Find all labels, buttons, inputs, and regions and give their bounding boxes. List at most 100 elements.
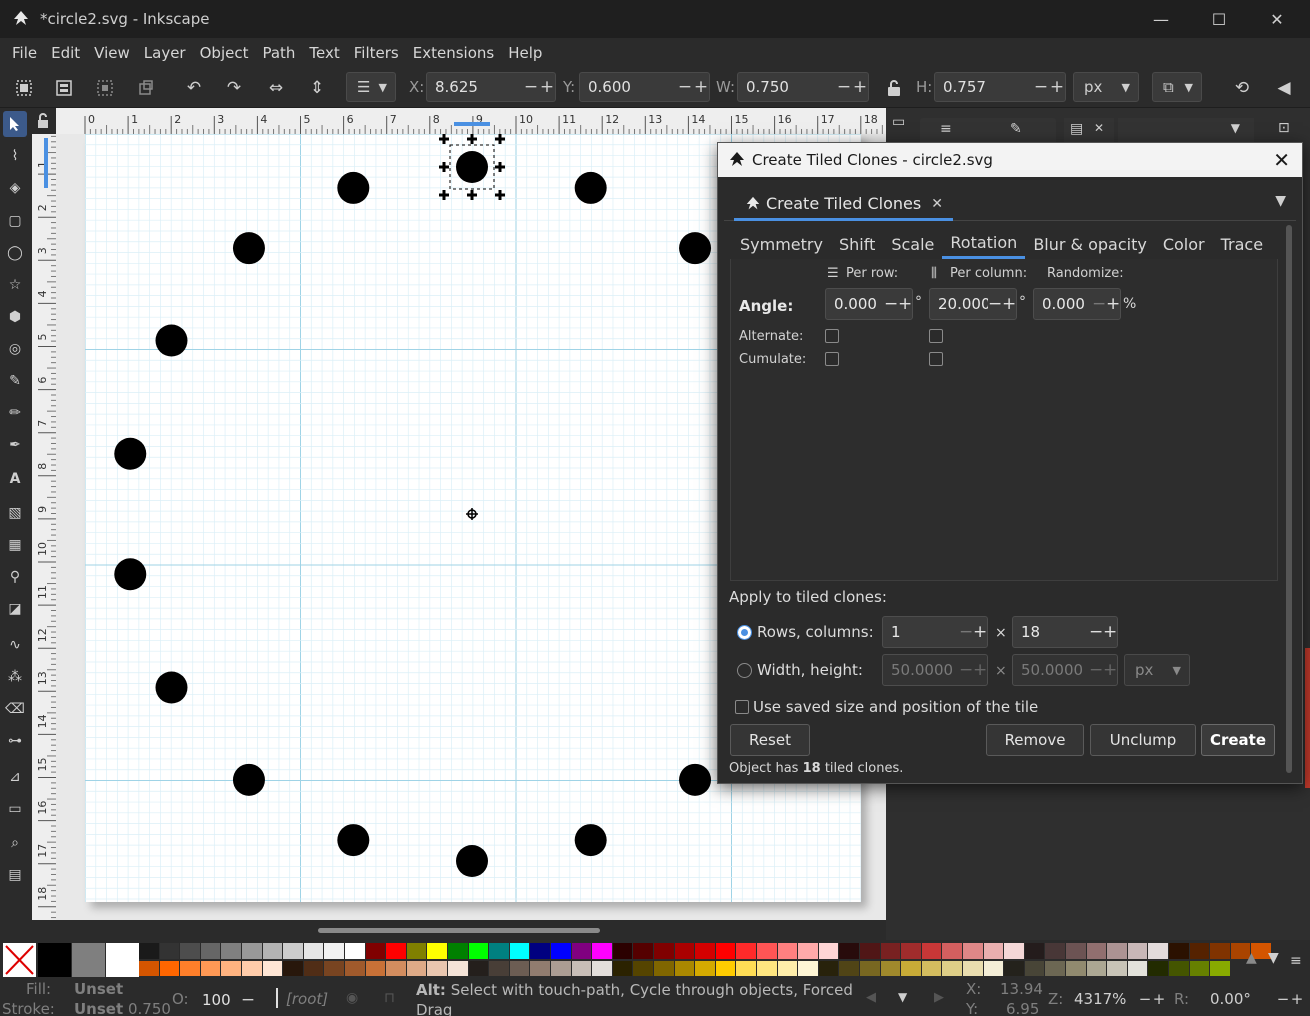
tiled-clone-circle[interactable]: [337, 824, 370, 857]
h-increment[interactable]: +: [1049, 77, 1065, 97]
color-swatch[interactable]: [509, 943, 530, 959]
color-swatch[interactable]: [1004, 943, 1024, 959]
color-swatch[interactable]: [757, 961, 777, 976]
width-decrement[interactable]: −: [959, 660, 973, 680]
unclump-button[interactable]: Unclump: [1090, 724, 1196, 756]
tiled-clone-circle[interactable]: [574, 171, 607, 204]
color-swatch[interactable]: [448, 961, 468, 976]
color-swatch[interactable]: [427, 961, 447, 976]
tab-shift[interactable]: Shift: [831, 229, 883, 259]
color-swatch[interactable]: [921, 943, 942, 959]
color-swatch[interactable]: [777, 943, 798, 959]
dropper-tool-icon[interactable]: ⚲: [3, 564, 27, 590]
horizontal-ruler[interactable]: 0 1 2 3 4 5 6 7 8 9 10 11 12 13 14 15 16 17 18: [56, 108, 886, 134]
color-swatch[interactable]: [427, 943, 447, 959]
scale-handle[interactable]: [495, 162, 505, 172]
maximize-button[interactable]: ☐: [1190, 0, 1248, 38]
w-increment[interactable]: +: [852, 77, 868, 97]
zoom-decrement[interactable]: −: [1138, 990, 1152, 1008]
color-swatch[interactable]: [262, 943, 283, 959]
color-swatch[interactable]: [221, 961, 241, 976]
color-swatch[interactable]: [839, 943, 859, 959]
color-swatch[interactable]: [715, 961, 736, 976]
pencil-tool-icon[interactable]: ✏: [3, 400, 27, 426]
color-swatch[interactable]: [1086, 943, 1107, 959]
menu-edit[interactable]: Edit: [45, 44, 86, 62]
zoom-increment[interactable]: +: [1152, 990, 1166, 1008]
color-swatch[interactable]: [1004, 961, 1024, 976]
h-decrement[interactable]: −: [1033, 77, 1049, 97]
chevron-down-icon[interactable]: ▼: [1275, 193, 1286, 209]
color-swatch[interactable]: [386, 943, 406, 959]
display-mode-icon[interactable]: ▭: [892, 114, 905, 130]
color-swatch[interactable]: [72, 943, 105, 977]
tiled-clone-circle[interactable]: [574, 824, 607, 857]
tab-rotation[interactable]: Rotation: [942, 229, 1026, 259]
close-icon[interactable]: ✕: [1094, 121, 1104, 135]
color-swatch[interactable]: [139, 961, 159, 976]
mesh-tool-icon[interactable]: ▦: [3, 532, 27, 558]
color-swatch[interactable]: [1107, 961, 1127, 976]
alternate-per-column-checkbox[interactable]: [929, 329, 943, 343]
color-swatch[interactable]: [386, 961, 406, 976]
chevron-down-icon[interactable]: ▼: [898, 990, 907, 1004]
dock-tab-more[interactable]: ▼: [1118, 118, 1254, 144]
height-increment[interactable]: +: [1103, 660, 1117, 680]
color-swatch[interactable]: [798, 943, 818, 959]
rotation-center-marker[interactable]: [466, 508, 478, 520]
columns-increment[interactable]: +: [1103, 622, 1117, 642]
color-swatch[interactable]: [38, 943, 71, 977]
scale-handle[interactable]: [467, 134, 477, 144]
stroke-width-value[interactable]: 0.750: [128, 1000, 171, 1016]
angle-per-column-decrement[interactable]: −: [988, 294, 1002, 314]
layer-visibility-icon[interactable]: ◉: [346, 990, 358, 1006]
color-swatch[interactable]: [942, 961, 962, 976]
next-icon[interactable]: ▶: [934, 990, 944, 1005]
color-swatch[interactable]: [818, 943, 839, 959]
layer-lock-icon[interactable]: ⊓: [384, 990, 395, 1006]
color-swatch[interactable]: [1127, 961, 1148, 976]
dialog-scrollbar[interactable]: [1286, 225, 1292, 773]
color-swatch[interactable]: [1189, 943, 1210, 959]
color-swatch[interactable]: [695, 943, 715, 959]
color-swatch[interactable]: [106, 943, 139, 977]
y-input[interactable]: 0.600 − +: [579, 72, 710, 102]
color-swatch[interactable]: [901, 961, 921, 976]
color-swatch[interactable]: [180, 961, 200, 976]
node-tool-icon[interactable]: ⌇: [3, 143, 27, 169]
color-swatch[interactable]: [633, 961, 653, 976]
color-swatch[interactable]: [365, 961, 386, 976]
menu-view[interactable]: View: [88, 44, 136, 62]
create-button[interactable]: Create: [1201, 724, 1275, 756]
rectangle-tool-icon[interactable]: ▢: [3, 208, 27, 234]
color-swatch[interactable]: [1066, 961, 1086, 976]
color-swatch[interactable]: [262, 961, 283, 976]
rows-columns-radio[interactable]: [737, 625, 752, 640]
color-swatch[interactable]: [983, 943, 1004, 959]
tiled-clone-circle[interactable]: [456, 845, 488, 877]
color-swatch[interactable]: [242, 943, 262, 959]
tiled-clone-circle[interactable]: [679, 232, 712, 265]
columns-decrement[interactable]: −: [1089, 622, 1103, 642]
color-swatch[interactable]: [1169, 961, 1189, 976]
tiled-clone-circle[interactable]: [232, 763, 265, 796]
color-swatch[interactable]: [1024, 943, 1045, 959]
menu-layer[interactable]: Layer: [138, 44, 192, 62]
color-swatch[interactable]: [242, 961, 262, 976]
color-swatch[interactable]: [777, 961, 798, 976]
menu-object[interactable]: Object: [194, 44, 255, 62]
original-circle[interactable]: [456, 151, 488, 183]
color-swatch[interactable]: [1210, 943, 1230, 959]
color-swatch[interactable]: [551, 961, 571, 976]
color-swatch[interactable]: [1107, 943, 1127, 959]
color-swatch[interactable]: [1045, 961, 1065, 976]
x-decrement[interactable]: −: [523, 77, 539, 97]
color-swatch[interactable]: [551, 943, 571, 959]
tiled-clone-circle[interactable]: [232, 232, 265, 265]
unit-dropdown[interactable]: px ▼: [1073, 72, 1139, 102]
lock-icon[interactable]: [882, 76, 906, 100]
color-swatch[interactable]: [1086, 961, 1107, 976]
color-swatch[interactable]: [468, 943, 489, 959]
color-swatch[interactable]: [509, 961, 530, 976]
selector-tool-icon[interactable]: [3, 111, 27, 137]
